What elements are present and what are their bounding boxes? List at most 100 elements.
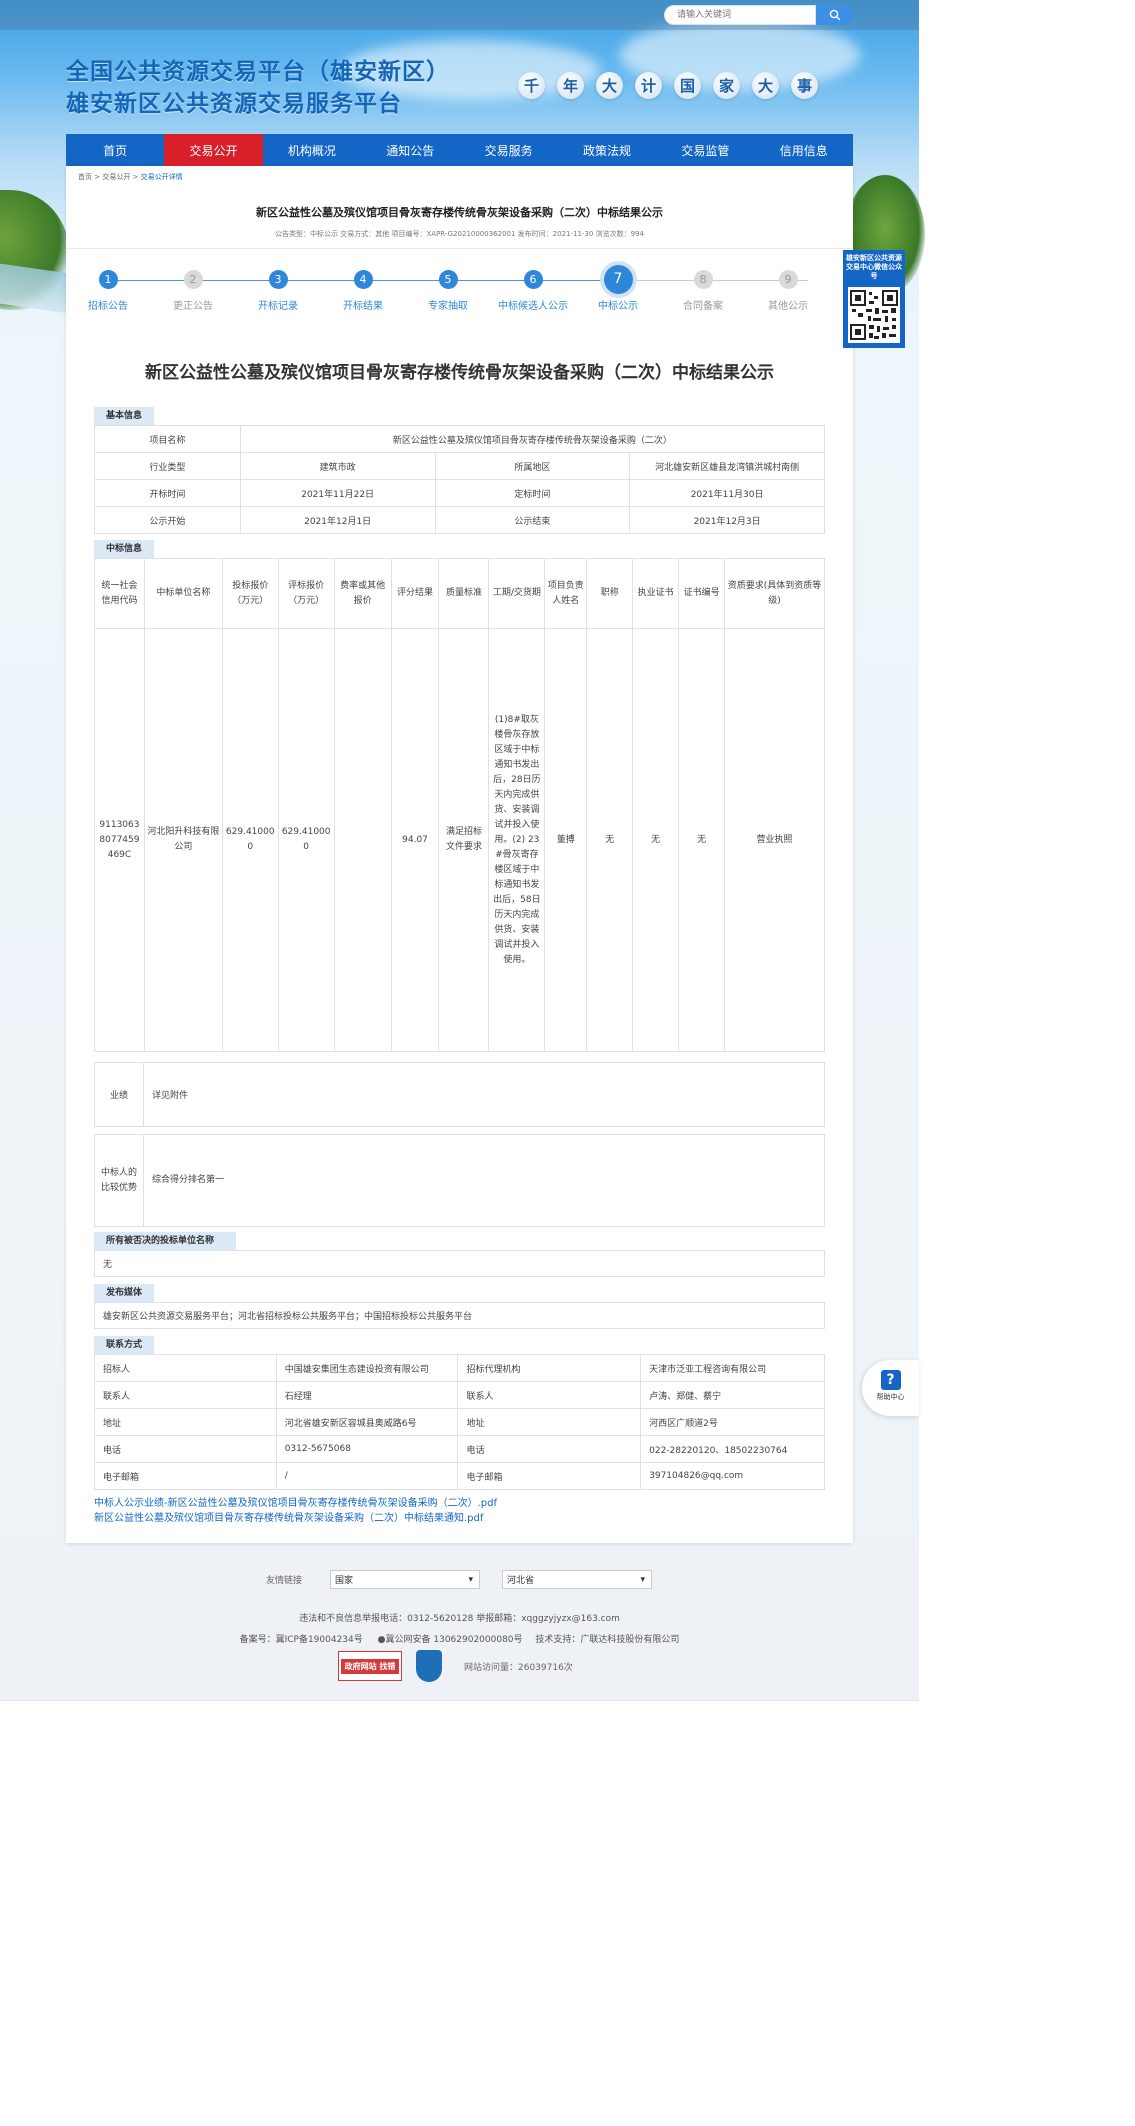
site-title-line1[interactable]: 全国公共资源交易平台（雄安新区） — [66, 52, 450, 86]
step-6[interactable]: 6 中标候选人公示 — [493, 270, 573, 312]
icp-record[interactable]: 备案号：冀ICP备19004234号 — [240, 1635, 363, 1645]
slogan-char: 事 — [791, 72, 818, 99]
bid-price: 629.410000 — [221, 628, 279, 1052]
slogan-char: 大 — [752, 72, 779, 99]
label-region: 所属地区 — [434, 452, 631, 480]
nav-item-trade-service[interactable]: 交易服务 — [460, 134, 558, 166]
step-4[interactable]: 4 开标结果 — [323, 270, 403, 312]
help-center-button[interactable]: ? 帮助中心 — [862, 1360, 919, 1416]
attachment-link-performance[interactable]: 中标人公示业绩-新区公益性公墓及殡仪馆项目骨灰寄存楼传统骨灰架设备采购（二次）.… — [94, 1496, 497, 1511]
step-2[interactable]: 2 更正公告 — [153, 270, 233, 312]
label-publicity-end: 公示结束 — [434, 506, 631, 534]
contact-value: 0312-5675068 — [275, 1435, 459, 1463]
step-label: 中标公示 — [598, 301, 638, 312]
step-1[interactable]: 1 招标公告 — [68, 270, 148, 312]
gov-site-error-badge[interactable]: 政府网站 找错 — [338, 1651, 402, 1681]
col-header: 中标单位名称 — [143, 558, 223, 629]
process-steps: 1 招标公告 2 更正公告 3 开标记录 4 开标结果 5 专家抽取 6 中标候选人公示 7… — [78, 265, 838, 316]
contact-value: 天津市泛亚工程咨询有限公司 — [640, 1354, 825, 1382]
col-header: 证书编号 — [678, 558, 726, 629]
step-3[interactable]: 3 开标记录 — [238, 270, 318, 312]
score: 94.07 — [390, 628, 440, 1052]
footer-record-line: 备案号：冀ICP备19004234号 ●冀公网安备 13062902000080… — [0, 1632, 919, 1645]
search-input[interactable] — [664, 5, 816, 25]
contact-value: 河西区广顺道2号 — [640, 1408, 825, 1436]
nav-item-home[interactable]: 首页 — [66, 134, 164, 166]
rejected-value: 无 — [94, 1250, 825, 1277]
project-manager: 董搏 — [544, 628, 588, 1052]
shield-badge-icon[interactable] — [416, 1650, 442, 1682]
qualification: 营业执照 — [724, 628, 825, 1052]
gov-badge-text: 政府网站 找错 — [340, 1658, 400, 1674]
footer-report-line: 违法和不良信息举报电话：0312-5620128 举报邮箱：xqggzyjyzx… — [299, 1614, 620, 1624]
contact-value: 中国雄安集团生态建设投资有限公司 — [275, 1354, 459, 1382]
select-value: 国家 — [335, 1576, 354, 1586]
step-number: 6 — [523, 270, 543, 289]
advantage-value: 综合得分排名第一 — [142, 1134, 826, 1227]
contact-label: 招标人 — [94, 1354, 277, 1382]
rate-price — [333, 628, 392, 1052]
col-header: 资质要求(具体到资质等级) — [724, 558, 825, 629]
label-project-name: 项目名称 — [94, 425, 241, 453]
step-7-current[interactable]: 7 中标公示 — [578, 265, 658, 312]
step-9[interactable]: 9 其他公示 — [748, 270, 828, 312]
breadcrumb-level1[interactable]: 交易公开 — [102, 173, 130, 181]
performance-table: 业绩 详见附件 — [94, 1062, 826, 1127]
nav-item-organization[interactable]: 机构概况 — [263, 134, 361, 166]
delivery-period: (1)8#取灰楼骨灰存放区域于中标通知书发出后，28日历天内完成供货、安装调试并… — [488, 628, 546, 1052]
nav-item-notices[interactable]: 通知公告 — [361, 134, 459, 166]
search-button[interactable] — [816, 5, 853, 25]
contact-value: 397104826@qq.com — [640, 1462, 825, 1490]
slogan-char: 大 — [596, 72, 623, 99]
friend-link-select-national[interactable]: 国家 ▾ — [330, 1570, 481, 1589]
contact-value: 石经理 — [275, 1381, 459, 1409]
open-time: 2021年11月22日 — [239, 479, 436, 507]
rejected-table: 无 — [94, 1250, 825, 1277]
step-number: 5 — [438, 270, 458, 289]
visit-count: 网站访问量：26039716次 — [464, 1662, 573, 1673]
site-title-line2[interactable]: 雄安新区公共资源交易服务平台 — [66, 84, 402, 118]
question-icon: ? — [880, 1370, 901, 1390]
label-decide-time: 定标时间 — [434, 479, 631, 507]
step-label: 开标记录 — [258, 301, 298, 312]
attachments: 中标人公示业绩-新区公益性公墓及殡仪馆项目骨灰寄存楼传统骨灰架设备采购（二次）.… — [94, 1496, 497, 1526]
step-number: 3 — [268, 270, 288, 289]
practice-cert: 无 — [632, 628, 680, 1052]
step-number: 9 — [778, 270, 798, 289]
friend-links-label: 友情链接 — [266, 1576, 303, 1586]
contact-label: 电子邮箱 — [457, 1462, 642, 1490]
divider — [66, 248, 853, 249]
breadcrumb-home[interactable]: 首页 — [78, 173, 92, 181]
label-open-time: 开标时间 — [94, 479, 241, 507]
section-basic-info-tab: 基本信息 — [94, 407, 155, 425]
footer-badges: 政府网站 找错 网站访问量：26039716次 — [338, 1650, 573, 1682]
basic-info-table: 项目名称 新区公益性公墓及殡仪馆项目骨灰寄存楼传统骨灰架设备采购（二次） 行业类… — [94, 425, 826, 534]
friend-link-select-province[interactable]: 河北省 ▾ — [502, 1570, 653, 1589]
section-winner-info-tab: 中标信息 — [94, 540, 155, 558]
step-number: 8 — [693, 270, 713, 289]
nav-item-trade-public[interactable]: 交易公开 — [164, 134, 263, 166]
contact-label: 电话 — [94, 1435, 277, 1463]
public-security-record[interactable]: 冀公网安备 13062902000080号 — [386, 1635, 523, 1645]
performance-value: 详见附件 — [142, 1062, 826, 1127]
credit-code: 91130638077459469C — [94, 628, 145, 1052]
notice-meta: 公告类型：中标公示 交易方式：其他 项目编号：XAPR-G20210000362… — [275, 230, 644, 238]
contact-label: 地址 — [457, 1408, 642, 1436]
wechat-qr-card[interactable]: 雄安新区公共资源交易中心微信公众号 — [843, 250, 905, 348]
step-label: 其他公示 — [768, 301, 808, 312]
nav-item-credit[interactable]: 信用信息 — [755, 134, 853, 166]
media-table: 雄安新区公共资源交易服务平台；河北省招标投标公共服务平台；中国招标投标公共服务平… — [94, 1302, 825, 1329]
section-contact-tab: 联系方式 — [94, 1336, 155, 1354]
step-number: 1 — [98, 270, 118, 289]
label-publicity-start: 公示开始 — [94, 506, 241, 534]
publicity-start: 2021年12月1日 — [239, 506, 436, 534]
nav-item-supervision[interactable]: 交易监管 — [656, 134, 754, 166]
col-header: 质量标准 — [438, 558, 490, 629]
quality-standard: 满足招标文件要求 — [438, 628, 490, 1052]
attachment-link-result-notice[interactable]: 新区公益性公墓及殡仪馆项目骨灰寄存楼传统骨灰架设备采购（二次）中标结果通知.pd… — [94, 1511, 497, 1526]
contact-value: / — [275, 1462, 459, 1490]
step-8[interactable]: 8 合同备案 — [663, 270, 743, 312]
slogan-char: 年 — [557, 72, 584, 99]
nav-item-policy[interactable]: 政策法规 — [558, 134, 656, 166]
step-5[interactable]: 5 专家抽取 — [408, 270, 488, 312]
